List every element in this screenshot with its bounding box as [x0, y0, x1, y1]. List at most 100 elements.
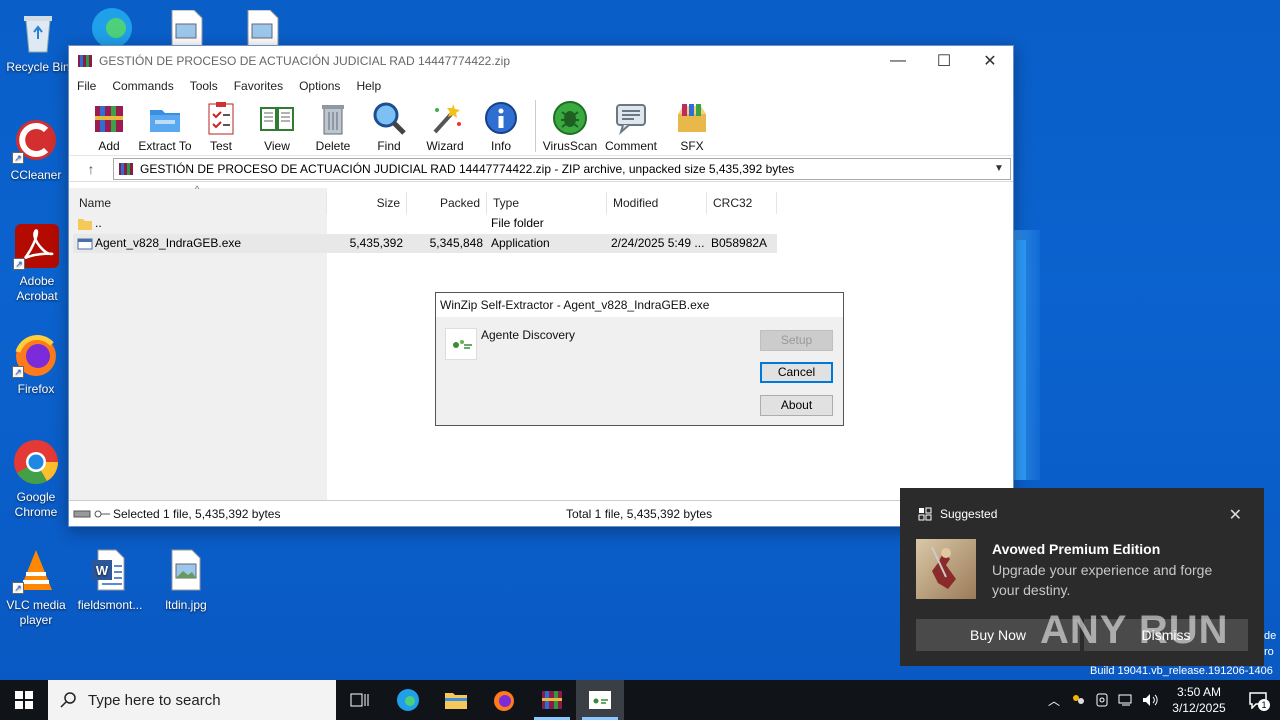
- row-type: Application: [491, 236, 550, 250]
- recycle-bin-icon: [14, 8, 62, 56]
- desktop-icon-ccleaner[interactable]: ↗ CCleaner: [0, 116, 74, 183]
- column-header-name[interactable]: Name: [73, 192, 327, 214]
- toolbar-wizard-button[interactable]: Wizard: [417, 100, 473, 153]
- task-view-icon[interactable]: [336, 680, 384, 720]
- desktop-icon-adobe-acrobat[interactable]: ↗ Adobe Acrobat: [0, 222, 75, 304]
- menu-tools[interactable]: Tools: [190, 79, 218, 93]
- toolbar-test-button[interactable]: Test: [193, 100, 249, 153]
- taskbar: Type here to search ︿ 3:50 AM 3/12/2025 …: [0, 680, 1280, 720]
- title-bar[interactable]: GESTIÓN DE PROCESO DE ACTUACIÓN JUDICIAL…: [69, 46, 1013, 76]
- maximize-button[interactable]: ☐: [921, 46, 967, 76]
- taskbar-search[interactable]: Type here to search: [48, 680, 336, 720]
- start-button[interactable]: [0, 680, 48, 720]
- menu-help[interactable]: Help: [356, 79, 381, 93]
- desktop-icon-firefox[interactable]: ↗ Firefox: [0, 330, 74, 397]
- store-icon: [918, 507, 932, 521]
- toolbar-label: Info: [490, 139, 511, 153]
- virus-scan-icon: [553, 101, 587, 135]
- file-explorer-icon[interactable]: [432, 680, 480, 720]
- menu-commands[interactable]: Commands: [112, 79, 173, 93]
- clock[interactable]: 3:50 AM 3/12/2025: [1162, 684, 1236, 716]
- chevron-down-icon[interactable]: ▼: [994, 163, 1010, 174]
- desktop-icon-word-doc[interactable]: W fieldsmont...: [72, 546, 148, 613]
- path-field[interactable]: GESTIÓN DE PROCESO DE ACTUACIÓN JUDICIAL…: [113, 157, 1011, 180]
- up-arrow-icon[interactable]: ↑: [69, 161, 113, 177]
- toolbar-label: VirusScan: [542, 139, 598, 153]
- status-right: Total 1 file, 5,435,392 bytes: [566, 506, 713, 521]
- toolbar-label: Add: [98, 139, 120, 153]
- row-modified: 2/24/2025 5:49 ...: [611, 236, 705, 250]
- row-name: ..: [95, 216, 102, 230]
- zip-archive-icon: [119, 162, 133, 175]
- edge-taskbar-icon[interactable]: [384, 680, 432, 720]
- toolbar-label: Extract To: [138, 139, 192, 153]
- column-header-type[interactable]: Type: [487, 192, 607, 214]
- clock-date: 3/12/2025: [1172, 701, 1226, 715]
- desktop-icon-recycle-bin[interactable]: Recycle Bin: [0, 8, 76, 75]
- desktop-icon-image-file[interactable]: ltdin.jpg: [148, 546, 224, 613]
- toolbar-virusscan-button[interactable]: VirusScan: [542, 100, 598, 153]
- table-row[interactable]: Agent_v828_IndraGEB.exe 5,435,392 5,345,…: [73, 234, 777, 253]
- winrar-window[interactable]: GESTIÓN DE PROCESO DE ACTUACIÓN JUDICIAL…: [68, 45, 1014, 527]
- toolbar-label: Comment: [604, 139, 657, 153]
- column-header-modified[interactable]: Modified: [607, 192, 707, 214]
- close-icon[interactable]: ✕: [1229, 505, 1242, 525]
- setup-button[interactable]: Setup: [760, 330, 833, 351]
- menu-favorites[interactable]: Favorites: [234, 79, 283, 93]
- toolbar-delete-button[interactable]: Delete: [305, 100, 361, 153]
- clock-time: 3:50 AM: [1176, 685, 1222, 699]
- network-icon[interactable]: [1114, 693, 1138, 707]
- executable-icon: [77, 238, 93, 249]
- winzip-extractor-taskbar-icon[interactable]: [576, 680, 624, 720]
- acrobat-icon: ↗: [13, 222, 61, 270]
- column-header-crc32[interactable]: CRC32: [707, 192, 777, 214]
- toolbar-sfx-button[interactable]: SFX: [664, 100, 720, 153]
- column-header-size[interactable]: Size: [327, 192, 407, 214]
- device-icon[interactable]: [1090, 692, 1114, 708]
- toolbar-find-button[interactable]: Find: [361, 100, 417, 153]
- about-button[interactable]: About: [760, 395, 833, 416]
- toolbar: Add Extract To Test View Delete Find Wiz…: [69, 96, 1013, 156]
- game-art-image: [916, 539, 976, 599]
- word-document-icon: W: [86, 546, 134, 594]
- wallpaper-glow-line: [1016, 240, 1026, 480]
- row-size: [327, 214, 407, 233]
- desktop-icon-google-chrome[interactable]: Google Chrome: [0, 438, 74, 520]
- toolbar-separator: [535, 100, 536, 152]
- cancel-button[interactable]: Cancel: [760, 362, 833, 383]
- status-left: Selected 1 file, 5,435,392 bytes: [113, 506, 281, 521]
- minimize-button[interactable]: —: [875, 46, 921, 76]
- toolbar-comment-button[interactable]: Comment: [598, 100, 664, 153]
- toolbar-extract-button[interactable]: Extract To: [137, 100, 193, 153]
- winrar-taskbar-icon[interactable]: [528, 680, 576, 720]
- column-header-packed[interactable]: Packed: [407, 192, 487, 214]
- toolbar-view-button[interactable]: View: [249, 100, 305, 153]
- desktop-icon-label: Firefox: [17, 382, 55, 396]
- notification-center-icon[interactable]: 1: [1236, 691, 1280, 711]
- toolbar-label: Wizard: [426, 139, 464, 153]
- menu-file[interactable]: File: [77, 79, 96, 93]
- chevron-up-icon[interactable]: ︿: [1042, 692, 1066, 709]
- toolbar-add-button[interactable]: Add: [81, 100, 137, 153]
- image-file-icon[interactable]: [170, 9, 204, 47]
- status-bar: Selected 1 file, 5,435,392 bytes Total 1…: [69, 500, 1013, 526]
- close-button[interactable]: ✕: [967, 46, 1013, 76]
- chrome-icon: [12, 438, 60, 486]
- edge-desktop-icon[interactable]: [88, 4, 136, 48]
- toolbar-info-button[interactable]: Info: [473, 100, 529, 153]
- sfx-box-icon: [678, 104, 706, 132]
- notification-count-badge: 1: [1258, 699, 1270, 711]
- image-file-icon[interactable]: [246, 9, 280, 47]
- key-icon: [94, 510, 110, 517]
- drive-icons: [69, 509, 113, 519]
- winzip-dialog[interactable]: WinZip Self-Extractor - Agent_v828_Indra…: [435, 292, 844, 426]
- firefox-taskbar-icon[interactable]: [480, 680, 528, 720]
- table-row[interactable]: .. File folder: [73, 214, 777, 233]
- network-people-icon[interactable]: [1066, 692, 1090, 708]
- toast-header: Suggested: [918, 507, 997, 521]
- desktop-icon-label: VLC media player: [6, 598, 66, 627]
- menu-options[interactable]: Options: [299, 79, 340, 93]
- volume-icon[interactable]: [1138, 693, 1162, 707]
- desktop-icon-label: fieldsmont...: [77, 598, 143, 612]
- desktop-icon-vlc[interactable]: ↗ VLC media player: [0, 546, 74, 628]
